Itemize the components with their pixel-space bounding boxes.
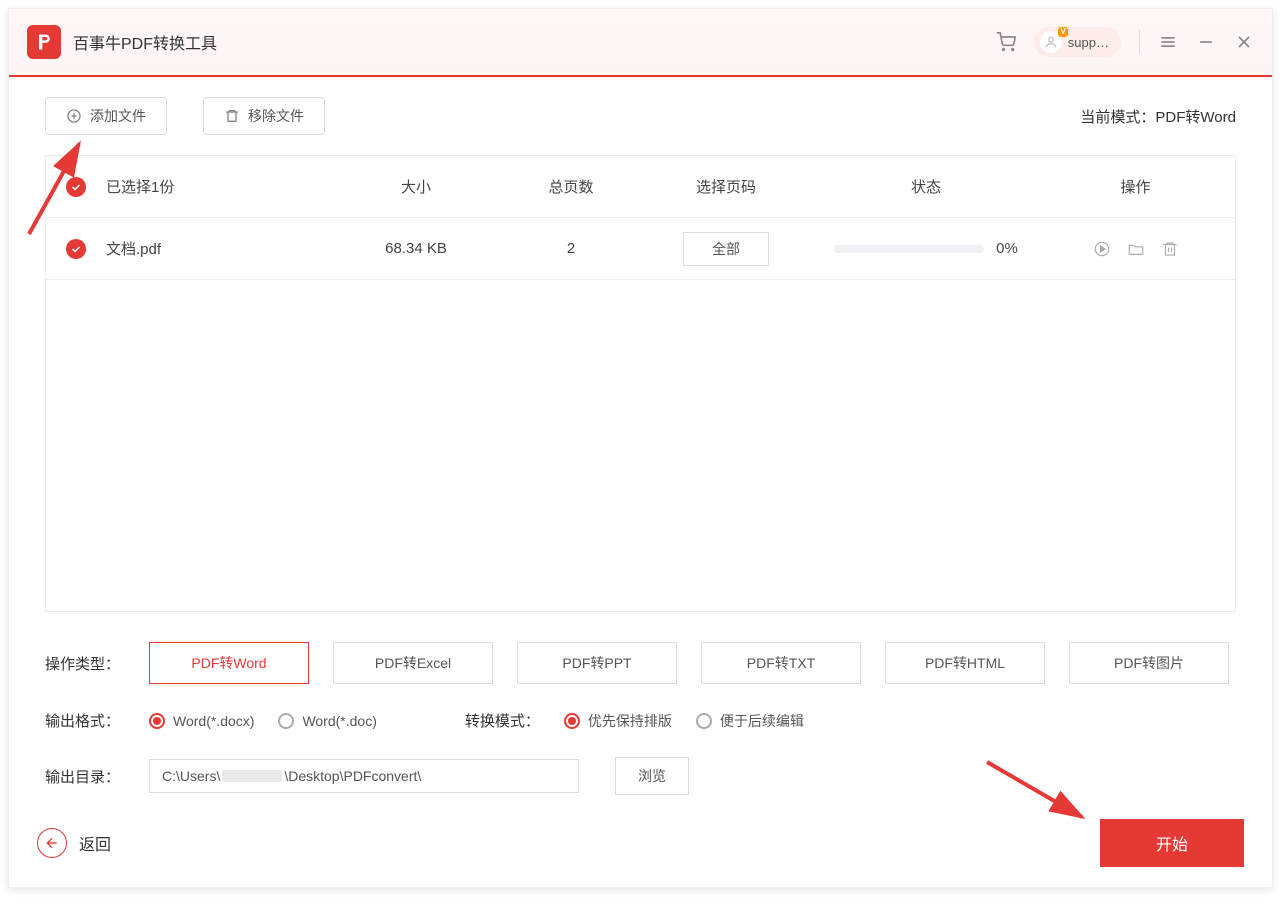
add-file-button[interactable]: 添加文件 (45, 97, 167, 135)
format-label: 输出格式： (45, 710, 125, 731)
menu-icon[interactable] (1158, 32, 1178, 52)
file-name: 文档.pdf (106, 238, 161, 259)
add-file-label: 添加文件 (90, 106, 146, 126)
convert-layout-label: 优先保持排版 (588, 711, 672, 731)
path-prefix: C:\Users\ (162, 768, 220, 784)
type-label: 操作类型： (45, 653, 125, 674)
file-pages: 2 (506, 240, 636, 257)
format-docx-radio[interactable]: Word(*.docx) (149, 713, 254, 729)
plus-circle-icon (66, 108, 82, 124)
type-pdf-excel[interactable]: PDF转Excel (333, 642, 493, 684)
convert-layout-radio[interactable]: 优先保持排版 (564, 711, 672, 731)
app-title: 百事牛PDF转换工具 (73, 30, 996, 54)
remove-file-button[interactable]: 移除文件 (203, 97, 325, 135)
page-select-button[interactable]: 全部 (683, 232, 769, 266)
type-pdf-image[interactable]: PDF转图片 (1069, 642, 1229, 684)
current-mode: 当前模式：PDF转Word (1080, 106, 1236, 127)
progress-bar (834, 245, 984, 253)
col-status: 状态 (816, 176, 1036, 197)
start-button[interactable]: 开始 (1100, 819, 1244, 867)
mode-value: PDF转Word (1155, 109, 1236, 126)
format-doc-label: Word(*.doc) (302, 713, 376, 729)
trash-icon (224, 108, 240, 124)
format-doc-radio[interactable]: Word(*.doc) (278, 713, 376, 729)
options-panel: 操作类型： PDF转Word PDF转Excel PDF转PPT PDF转TXT… (9, 612, 1272, 805)
path-suffix: \Desktop\PDFconvert\ (284, 768, 421, 784)
cart-icon[interactable] (996, 32, 1016, 52)
type-pdf-html[interactable]: PDF转HTML (885, 642, 1045, 684)
select-all-checkbox[interactable] (66, 177, 86, 197)
file-size: 68.34 KB (326, 240, 506, 257)
col-actions: 操作 (1036, 176, 1235, 197)
app-logo (27, 25, 61, 59)
close-icon[interactable] (1234, 32, 1254, 52)
col-page-select: 选择页码 (636, 176, 816, 197)
browse-button[interactable]: 浏览 (615, 757, 689, 795)
progress-percent: 0% (996, 240, 1018, 257)
type-pdf-ppt[interactable]: PDF转PPT (517, 642, 677, 684)
dir-label: 输出目录： (45, 766, 125, 787)
convert-edit-radio[interactable]: 便于后续编辑 (696, 711, 804, 731)
type-pdf-txt[interactable]: PDF转TXT (701, 642, 861, 684)
avatar-icon: V (1040, 31, 1062, 53)
table-header: 已选择1份 大小 总页数 选择页码 状态 操作 (46, 156, 1235, 218)
user-chip[interactable]: V supp… (1034, 27, 1121, 57)
title-bar: 百事牛PDF转换工具 V supp… (9, 9, 1272, 77)
col-pages: 总页数 (506, 176, 636, 197)
format-docx-label: Word(*.docx) (173, 713, 254, 729)
table-row: 文档.pdf 68.34 KB 2 全部 0% (46, 218, 1235, 280)
back-button[interactable]: 返回 (37, 828, 111, 858)
path-masked (222, 770, 282, 782)
output-path-input[interactable]: C:\Users\ \Desktop\PDFconvert\ (149, 759, 579, 793)
footer: 返回 开始 (9, 805, 1272, 887)
back-arrow-icon (37, 828, 67, 858)
divider (1139, 30, 1140, 54)
convert-edit-label: 便于后续编辑 (720, 711, 804, 731)
row-checkbox[interactable] (66, 239, 86, 259)
remove-file-label: 移除文件 (248, 106, 304, 126)
col-size: 大小 (326, 176, 506, 197)
trash-icon[interactable] (1161, 240, 1179, 258)
play-icon[interactable] (1093, 240, 1111, 258)
mode-label-text: 当前模式： (1080, 109, 1155, 126)
file-table: 已选择1份 大小 总页数 选择页码 状态 操作 文档.pdf 68.34 KB … (45, 155, 1236, 612)
back-label: 返回 (79, 831, 111, 855)
col-selected: 已选择1份 (106, 176, 326, 197)
toolbar: 添加文件 移除文件 当前模式：PDF转Word (9, 77, 1272, 135)
folder-icon[interactable] (1127, 240, 1145, 258)
minimize-icon[interactable] (1196, 32, 1216, 52)
user-name: supp… (1068, 35, 1109, 50)
type-pdf-word[interactable]: PDF转Word (149, 642, 309, 684)
convert-mode-label: 转换模式： (465, 710, 540, 731)
vip-badge: V (1058, 27, 1067, 37)
